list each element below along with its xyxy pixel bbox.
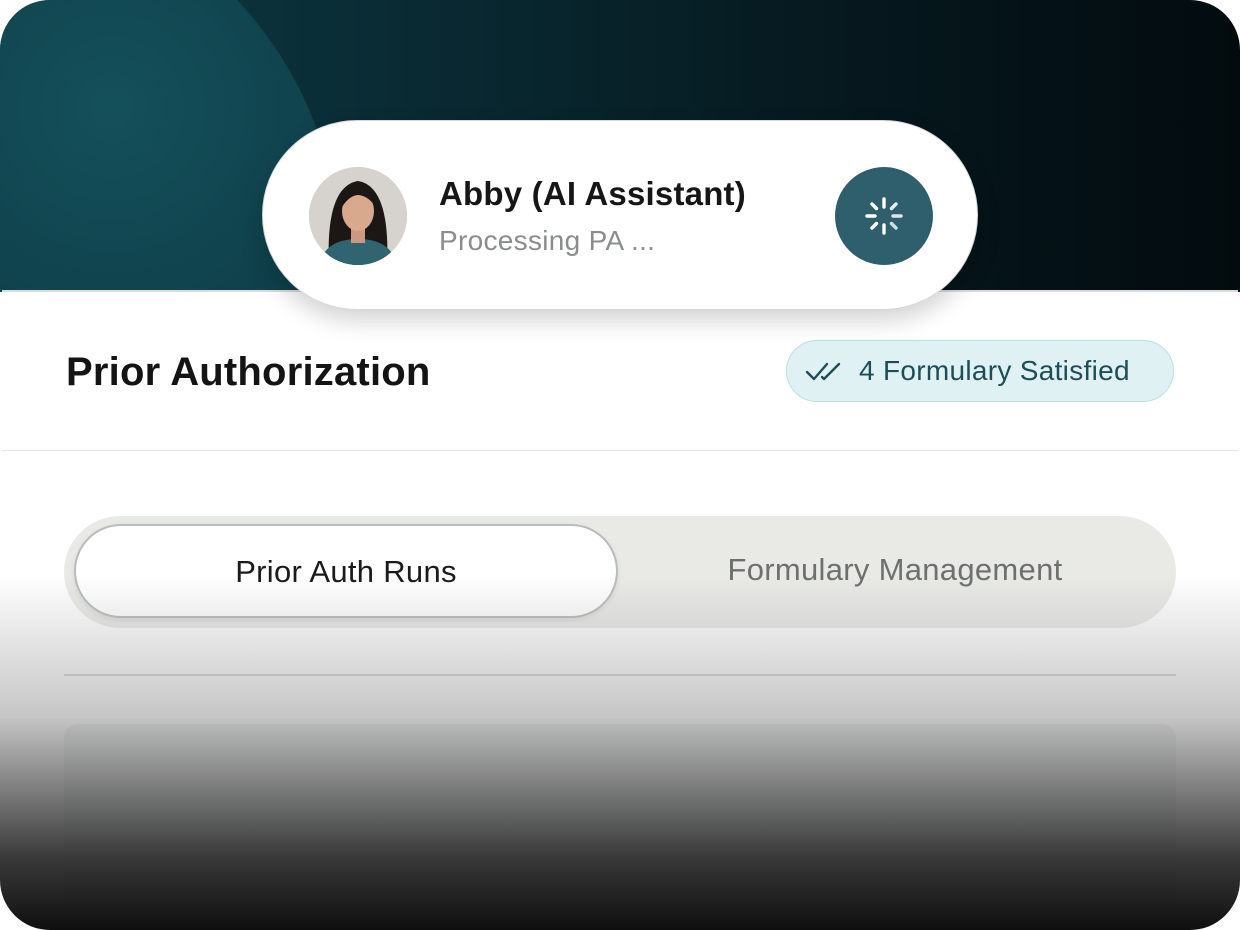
- assistant-status: Processing PA ...: [439, 225, 656, 256]
- content-placeholder: [64, 724, 1176, 930]
- badge-label: 4 Formulary Satisfied: [859, 355, 1130, 386]
- assistant-name: Abby (AI Assistant): [439, 175, 746, 212]
- view-switcher: Prior Auth Runs Formulary Management: [64, 516, 1176, 628]
- tab-formulary-management[interactable]: Formulary Management: [620, 524, 1170, 618]
- page-title: Prior Authorization: [66, 350, 431, 394]
- formulary-status-badge: 4 Formulary Satisfied: [786, 340, 1174, 402]
- app-frame: Prior Authorization 4 Formulary Satisfie…: [0, 0, 1240, 930]
- double-check-icon: [805, 358, 845, 384]
- avatar: [309, 167, 407, 265]
- tab-label: Formulary Management: [727, 552, 1063, 587]
- assistant-card: Abby (AI Assistant) Processing PA ...: [262, 120, 978, 310]
- main-panel: Prior Authorization 4 Formulary Satisfie…: [2, 290, 1238, 930]
- panel-header: Prior Authorization 4 Formulary Satisfie…: [2, 292, 1238, 451]
- tab-label: Prior Auth Runs: [235, 554, 457, 589]
- section-divider: [64, 674, 1176, 676]
- tab-prior-auth-runs[interactable]: Prior Auth Runs: [74, 524, 618, 618]
- processing-button[interactable]: [835, 167, 933, 265]
